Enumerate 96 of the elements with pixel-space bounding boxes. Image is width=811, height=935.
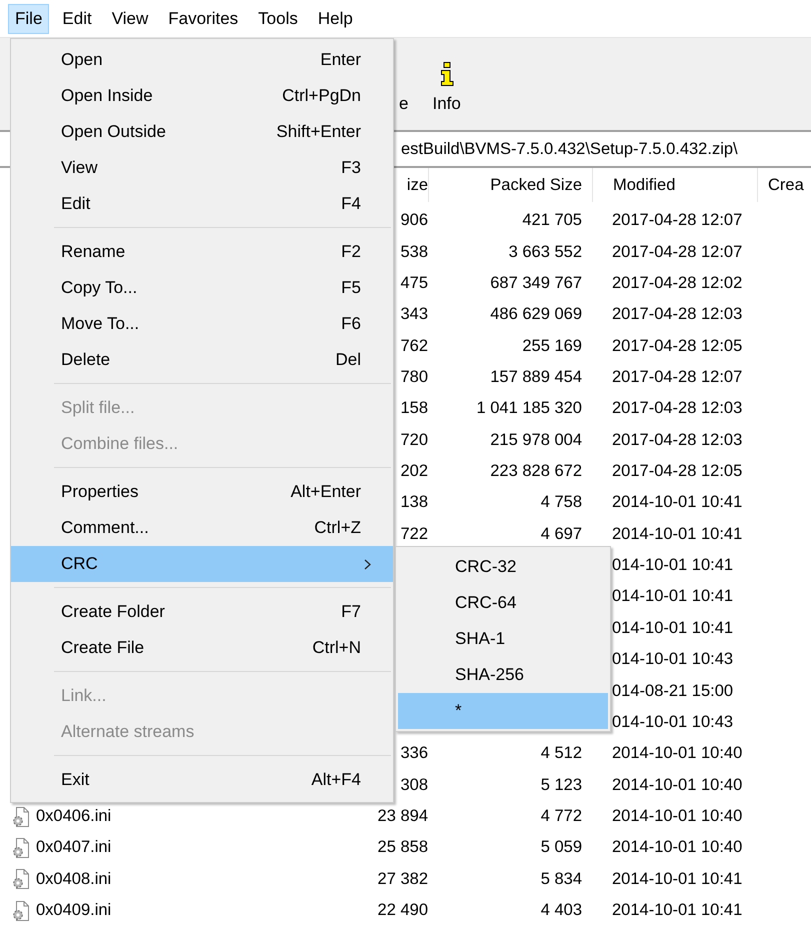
table-cell: 4 758: [540, 493, 582, 512]
table-cell: 2017-04-28 12:07: [612, 211, 742, 230]
table-cell: 687 349 767: [490, 274, 582, 292]
toolbar-button[interactable]: e: [399, 94, 408, 114]
table-cell: 014-10-01 10:43: [612, 650, 734, 668]
table-cell: 720: [400, 430, 428, 449]
menu-item[interactable]: Rename F2: [11, 234, 393, 270]
menu-item[interactable]: *: [398, 693, 608, 729]
settings-file-icon: [12, 900, 30, 921]
table-cell: 2014-10-01 10:41: [612, 524, 742, 543]
menu-bar-item[interactable]: Edit: [55, 4, 99, 34]
settings-file-icon: [12, 838, 30, 858]
table-cell: 014-10-01 10:41: [612, 618, 734, 637]
menu-bar-item[interactable]: Favorites: [161, 4, 246, 34]
menu-item[interactable]: Edit F4: [11, 186, 393, 222]
menu-item[interactable]: Delete Del: [11, 342, 393, 378]
table-cell: 4 697: [540, 524, 582, 543]
table-cell: 25 858: [378, 838, 428, 856]
table-cell: 2017-04-28 12:07: [612, 242, 742, 261]
table-cell: 486 629 069: [490, 305, 582, 324]
menu-bar-item[interactable]: Help: [310, 4, 360, 34]
menu-item[interactable]: Comment... Ctrl+Z: [11, 510, 393, 546]
menu-item[interactable]: Properties Alt+Enter: [11, 474, 393, 510]
menu-item[interactable]: CRC: [11, 546, 393, 582]
table-cell: 538: [400, 242, 428, 261]
table-cell: 2017-04-28 12:03: [612, 430, 742, 449]
table-cell: 5 059: [540, 838, 582, 856]
menu-item[interactable]: Open Inside Ctrl+PgDn: [11, 78, 393, 114]
table-cell: 5 834: [540, 870, 582, 888]
table-cell: 475: [400, 274, 428, 292]
table-cell: 336: [400, 744, 428, 762]
column-header[interactable]: Packed Size: [428, 168, 592, 202]
table-cell: 308: [400, 776, 428, 794]
table-cell: 157 889 454: [490, 368, 582, 386]
menu-item[interactable]: Copy To... F5: [11, 270, 393, 306]
table-cell: 2017-04-28 12:02: [612, 274, 742, 292]
table-cell: 2014-10-01 10:40: [612, 744, 742, 762]
menu-item[interactable]: SHA-1: [398, 621, 608, 657]
info-icon: [438, 62, 455, 86]
table-cell: 4 772: [540, 807, 582, 825]
table-cell: 0x0408.ini: [36, 870, 112, 889]
menu-item[interactable]: SHA-256: [398, 657, 608, 693]
table-cell: 4 512: [540, 744, 582, 762]
table-cell: 2017-04-28 12:03: [612, 399, 742, 418]
chevron-right-icon: [364, 558, 371, 570]
table-cell: 202: [400, 462, 428, 480]
info-button[interactable]: Info: [432, 62, 461, 114]
table-cell: 2017-04-28 12:05: [612, 462, 742, 480]
table-cell: 138: [400, 493, 428, 512]
table-cell: 2017-04-28 12:07: [612, 368, 742, 386]
table-cell: 343: [400, 305, 428, 324]
table-cell: 014-08-21 15:00: [612, 682, 734, 700]
settings-file-icon: [12, 806, 30, 826]
table-cell: 4 403: [540, 901, 582, 920]
menu-item[interactable]: Create File Ctrl+N: [11, 630, 393, 666]
table-cell: 2017-04-28 12:05: [612, 336, 742, 355]
menu-item[interactable]: CRC-64: [398, 585, 608, 621]
table-cell: 2014-10-01 10:40: [612, 838, 742, 856]
table-cell: 0x0407.ini: [36, 838, 112, 858]
table-cell: 22 490: [378, 901, 428, 920]
table-cell: 5 123: [540, 776, 582, 794]
table-cell: 780: [400, 368, 428, 386]
table-cell: 1 041 185 320: [476, 399, 582, 418]
menu-item[interactable]: Exit Alt+F4: [11, 762, 393, 798]
table-cell: 2014-10-01 10:40: [612, 807, 742, 825]
table-cell: 2014-10-01 10:41: [612, 870, 742, 888]
table-cell: 014-10-01 10:43: [612, 712, 734, 731]
table-cell: 0x0409.ini: [36, 901, 112, 920]
table-cell: 223 828 672: [490, 462, 582, 480]
menu-bar-item[interactable]: View: [104, 4, 156, 34]
table-cell: 2017-04-28 12:03: [612, 305, 742, 324]
menu-item[interactable]: CRC-32: [398, 549, 608, 585]
table-cell: 906: [400, 211, 428, 230]
table-cell: 2014-10-01 10:40: [612, 776, 742, 794]
table-cell: 255 169: [522, 336, 582, 355]
table-cell: 215 978 004: [490, 430, 582, 449]
menu-item[interactable]: Open Enter: [11, 42, 393, 78]
table-cell: 3 663 552: [508, 242, 582, 261]
column-header[interactable]: Crea: [757, 168, 811, 202]
menu-bar-item[interactable]: File: [8, 4, 50, 34]
table-cell: 722: [400, 524, 428, 543]
table-cell: 014-10-01 10:41: [612, 556, 734, 574]
menu-bar-item[interactable]: Tools: [251, 4, 305, 34]
table-cell: 0x0406.ini: [36, 807, 112, 826]
table-cell: 2014-10-01 10:41: [612, 493, 742, 512]
menu-item[interactable]: Create Folder F7: [11, 594, 393, 630]
settings-file-icon: [12, 869, 30, 890]
table-cell: 014-10-01 10:41: [612, 587, 734, 606]
table-cell: 762: [400, 336, 428, 355]
table-cell: 2014-10-01 10:41: [612, 901, 742, 920]
menu-item[interactable]: Move To... F6: [11, 306, 393, 342]
table-cell: 421 705: [522, 211, 582, 230]
table-cell: 27 382: [378, 870, 428, 888]
table-cell: 158: [400, 399, 428, 418]
column-header[interactable]: Modified: [592, 168, 757, 202]
table-cell: 23 894: [378, 807, 428, 825]
